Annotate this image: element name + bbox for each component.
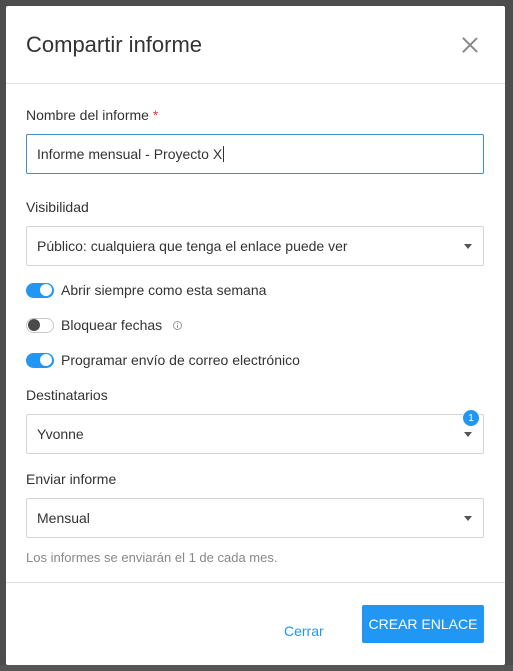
text-caret [223, 146, 225, 162]
toggle-label: Programar envío de correo electrónico [61, 352, 300, 368]
visibility-label: Visibilidad [26, 199, 89, 215]
toggle-row-open-this-week: Abrir siempre como esta semana [26, 280, 485, 300]
visibility-select[interactable]: Público: cualquiera que tenga el enlace … [26, 226, 484, 266]
close-icon[interactable] [459, 34, 481, 56]
toggle-knob [28, 319, 40, 331]
send-report-select[interactable]: Mensual [26, 498, 484, 538]
chevron-down-icon [464, 516, 472, 521]
recipients-count-badge: 1 [462, 409, 480, 427]
visibility-value: Público: cualquiera que tenga el enlace … [37, 238, 348, 254]
report-name-label: Nombre del informe * [26, 107, 485, 123]
recipients-select[interactable]: Yvonne 1 [26, 409, 484, 454]
send-report-label: Enviar informe [26, 471, 117, 487]
toggle-label: Bloquear fechas [61, 317, 163, 333]
chevron-down-icon [464, 244, 472, 249]
close-button[interactable]: Cerrar [284, 623, 324, 639]
toggle-schedule-email[interactable] [26, 352, 54, 368]
recipients-value: Yvonne [37, 426, 84, 442]
dialog-title: Compartir informe [26, 31, 203, 57]
dialog-header: Compartir informe [6, 6, 505, 84]
toggle-knob [40, 354, 52, 366]
toggle-lock-dates[interactable] [26, 317, 54, 333]
backdrop [0, 665, 513, 671]
report-name-label-text: Nombre del informe [26, 107, 149, 123]
toggle-open-this-week[interactable] [26, 282, 54, 298]
chevron-down-icon [464, 432, 472, 437]
send-report-value: Mensual [37, 510, 90, 526]
report-name-value: Informe mensual - Proyecto X [37, 146, 223, 162]
share-report-dialog: Compartir informe Nombre del informe * I… [6, 6, 505, 665]
dialog-body: Nombre del informe * Informe mensual - P… [6, 84, 505, 565]
toggle-label: Abrir siempre como esta semana [61, 282, 267, 298]
recipients-label: Destinatarios [26, 387, 108, 403]
create-link-button[interactable]: CREAR ENLACE [362, 605, 484, 643]
dialog-footer: Cerrar CREAR ENLACE [6, 582, 505, 665]
info-icon[interactable] [173, 320, 183, 330]
send-report-help: Los informes se enviarán el 1 de cada me… [26, 550, 278, 565]
required-mark: * [152, 107, 159, 123]
toggle-row-schedule-email: Programar envío de correo electrónico [26, 350, 485, 370]
report-name-input[interactable]: Informe mensual - Proyecto X [26, 134, 484, 174]
toggle-knob [40, 284, 52, 296]
toggle-row-lock-dates: Bloquear fechas [26, 315, 485, 335]
